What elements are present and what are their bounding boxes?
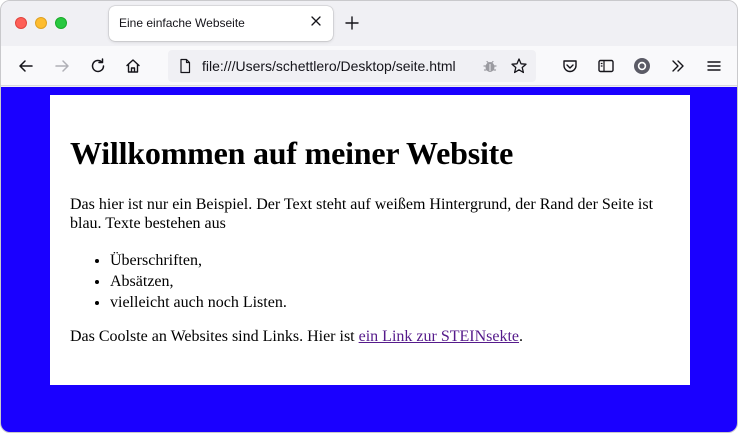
list-item: vielleicht auch noch Listen. [110, 292, 670, 313]
reload-icon[interactable] [89, 57, 107, 75]
tab-close-icon[interactable] [309, 14, 323, 28]
zoom-window-icon[interactable] [55, 17, 67, 29]
tab-active[interactable]: Eine einfache Webseite [109, 6, 333, 41]
url-text: file:///Users/schettlero/Desktop/seite.h… [202, 58, 456, 74]
steinsekte-link[interactable]: ein Link zur STEINsekte [359, 328, 519, 345]
page-viewport: Willkommen auf meiner Website Das hier i… [1, 87, 737, 432]
outro-end: . [519, 328, 524, 345]
minimize-window-icon[interactable] [35, 17, 47, 29]
close-window-icon[interactable] [15, 17, 27, 29]
reader-view-icon[interactable] [597, 57, 615, 75]
feature-list: Überschriften, Absätzen, vielleicht auch… [70, 250, 670, 313]
page-heading: Willkommen auf meiner Website [70, 135, 514, 171]
page-info-icon[interactable] [177, 58, 193, 74]
back-icon[interactable] [17, 57, 35, 75]
forward-icon[interactable] [53, 57, 71, 75]
outro-paragraph: Das Coolste an Websites sind Links. Hier… [70, 327, 670, 346]
outro-text: Das Coolste an Websites sind Links. Hier… [70, 328, 359, 345]
extension-icon[interactable] [482, 58, 498, 74]
bookmark-star-icon[interactable] [510, 57, 528, 75]
browser-window: Eine einfache Webseite file:///Users/sch… [0, 0, 738, 433]
menu-icon[interactable] [705, 57, 723, 75]
list-item: Absätzen, [110, 271, 670, 292]
overflow-chevrons-icon[interactable] [669, 57, 687, 75]
home-icon[interactable] [124, 57, 142, 75]
tab-strip: Eine einfache Webseite [1, 1, 737, 46]
intro-paragraph: Das hier ist nur ein Beispiel. Der Text … [70, 196, 654, 232]
pocket-icon[interactable] [561, 57, 579, 75]
url-bar[interactable]: file:///Users/schettlero/Desktop/seite.h… [168, 50, 536, 82]
account-icon[interactable] [633, 57, 651, 75]
new-tab-icon[interactable] [344, 15, 360, 31]
content-box: Willkommen auf meiner Website Das hier i… [50, 95, 690, 385]
tab-title: Eine einfache Webseite [119, 16, 245, 30]
list-item: Überschriften, [110, 250, 670, 271]
nav-toolbar: file:///Users/schettlero/Desktop/seite.h… [1, 46, 737, 86]
